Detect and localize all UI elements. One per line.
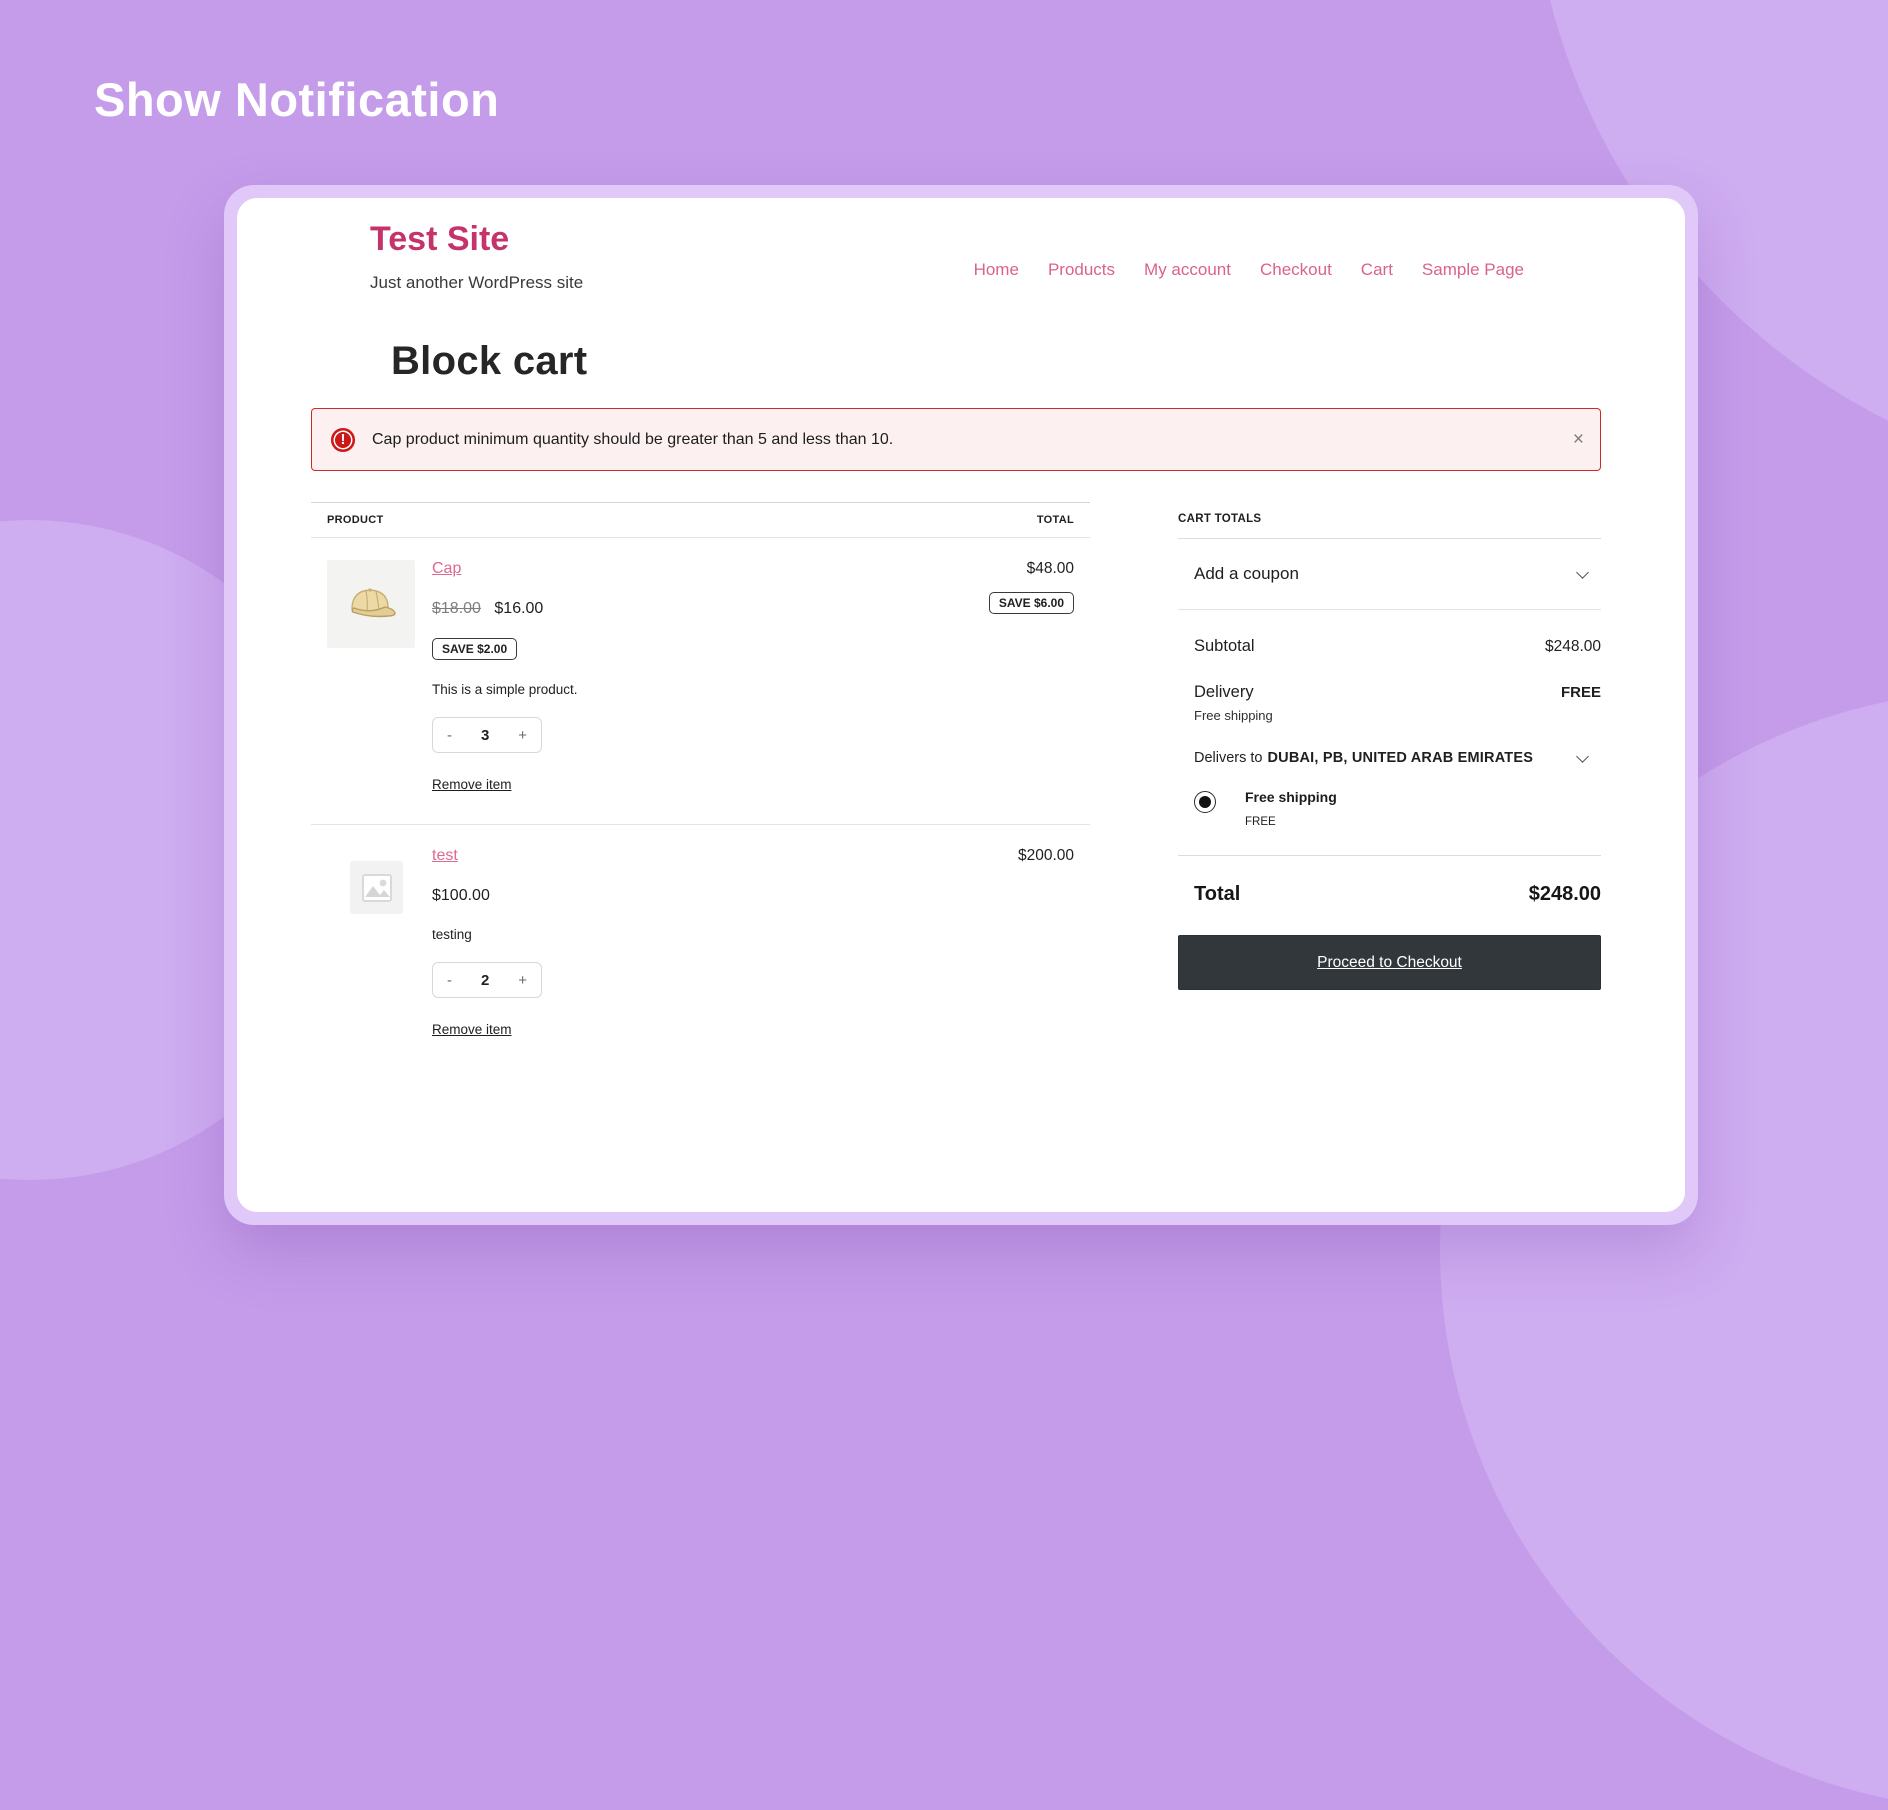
error-icon: ! <box>331 428 355 452</box>
close-icon[interactable]: × <box>1573 429 1584 451</box>
delivery-label: Delivery <box>1194 683 1254 702</box>
shipping-option-label: Free shipping <box>1245 789 1337 805</box>
increase-quantity-button[interactable]: + <box>518 727 527 744</box>
nav-link-products[interactable]: Products <box>1048 260 1115 280</box>
table-header-row: PRODUCT TOTAL <box>311 502 1090 538</box>
proceed-to-checkout-button[interactable]: Proceed to Checkout <box>1178 935 1601 990</box>
item-total: $200.00 <box>1018 847 1074 865</box>
shipping-method-note: Free shipping <box>1194 708 1601 723</box>
nav-link-cart[interactable]: Cart <box>1361 260 1393 280</box>
total-save-badge: SAVE $6.00 <box>989 592 1074 614</box>
item-details: test $100.00 testing - 2 + Remove item <box>432 847 1018 1039</box>
sale-price: $16.00 <box>494 600 543 617</box>
subtotal-value: $248.00 <box>1545 638 1601 656</box>
delivers-to-prefix: Delivers to <box>1194 750 1263 766</box>
remove-item-link[interactable]: Remove item <box>432 1022 512 1037</box>
site-card-inner: Test Site Just another WordPress site Ho… <box>237 198 1685 1212</box>
quantity-stepper: - 3 + <box>432 717 542 753</box>
shipping-option-text: Free shipping FREE <box>1245 789 1337 828</box>
decrease-quantity-button[interactable]: - <box>447 972 452 989</box>
item-details: Cap $18.00 $16.00 SAVE $2.00 This is a s… <box>432 560 989 794</box>
nav-link-my-account[interactable]: My account <box>1144 260 1231 280</box>
cart-layout: PRODUCT TOTAL <box>311 502 1601 1069</box>
radio-dot <box>1199 796 1211 808</box>
product-description: This is a simple product. <box>432 682 989 697</box>
subtotal-label: Subtotal <box>1194 637 1255 656</box>
item-price: $100.00 <box>432 887 490 904</box>
chevron-down-icon <box>1576 750 1589 763</box>
product-column-header: PRODUCT <box>327 514 384 526</box>
increase-quantity-button[interactable]: + <box>518 972 527 989</box>
cart-items-table: PRODUCT TOTAL <box>311 502 1090 1069</box>
price-line: $18.00 $16.00 <box>432 600 989 618</box>
subtotal-row: Subtotal $248.00 <box>1178 637 1601 656</box>
radio-selected-icon[interactable] <box>1194 791 1216 813</box>
total-value: $248.00 <box>1529 883 1601 906</box>
item-total-cell: $48.00 SAVE $6.00 <box>989 560 1074 794</box>
item-total: $48.00 <box>989 560 1074 578</box>
quantity-stepper: - 2 + <box>432 962 542 998</box>
save-badge: SAVE $2.00 <box>432 638 517 660</box>
chevron-down-icon <box>1576 566 1589 579</box>
delivers-to-location: DUBAI, PB, UNITED ARAB EMIRATES <box>1268 750 1534 766</box>
site-tagline: Just another WordPress site <box>370 273 583 293</box>
site-header: Test Site Just another WordPress site Ho… <box>311 220 1601 293</box>
total-row: Total $248.00 <box>1178 883 1601 906</box>
thumbnail-cell <box>327 560 415 794</box>
cap-image-icon <box>338 571 404 637</box>
remove-item-link[interactable]: Remove item <box>432 777 512 792</box>
hero-title: Show Notification <box>94 72 499 127</box>
cart-totals-heading: CART TOTALS <box>1178 502 1601 539</box>
add-coupon-label: Add a coupon <box>1194 564 1299 584</box>
delivery-value: FREE <box>1561 684 1601 701</box>
quantity-value[interactable]: 2 <box>481 972 489 989</box>
item-total-cell: $200.00 <box>1018 847 1074 1039</box>
quantity-value[interactable]: 3 <box>481 727 489 744</box>
nav-link-checkout[interactable]: Checkout <box>1260 260 1332 280</box>
decrease-quantity-button[interactable]: - <box>447 727 452 744</box>
site-branding: Test Site Just another WordPress site <box>370 220 583 293</box>
cart-totals-panel: CART TOTALS Add a coupon Subtotal $248.0… <box>1178 502 1601 1069</box>
shipping-option-price: FREE <box>1245 816 1337 828</box>
total-column-header: TOTAL <box>1037 514 1074 526</box>
delivers-to-toggle[interactable]: Delivers to DUBAI, PB, UNITED ARAB EMIRA… <box>1178 750 1601 766</box>
test-product-image-placeholder[interactable] <box>350 861 403 914</box>
price-line: $100.00 <box>432 887 1018 905</box>
cap-product-image[interactable] <box>327 560 415 648</box>
product-link-cap[interactable]: Cap <box>432 560 461 577</box>
nav-link-home[interactable]: Home <box>974 260 1019 280</box>
total-label: Total <box>1194 883 1240 906</box>
table-row-test: test $100.00 testing - 2 + Remove item <box>311 824 1090 1069</box>
divider <box>1178 855 1601 856</box>
delivery-row: Delivery FREE <box>1178 683 1601 702</box>
site-title[interactable]: Test Site <box>370 220 583 259</box>
product-description: testing <box>432 927 1018 942</box>
product-link-test[interactable]: test <box>432 847 458 864</box>
site-nav: Home Products My account Checkout Cart S… <box>974 260 1524 280</box>
table-row-cap: Cap $18.00 $16.00 SAVE $2.00 This is a s… <box>311 538 1090 824</box>
page-title: Block cart <box>391 339 1601 384</box>
error-notice: ! Cap product minimum quantity should be… <box>311 408 1601 471</box>
site-card: Test Site Just another WordPress site Ho… <box>224 185 1698 1225</box>
notice-message: Cap product minimum quantity should be g… <box>372 431 893 449</box>
add-coupon-toggle[interactable]: Add a coupon <box>1178 539 1601 610</box>
thumbnail-cell <box>327 847 415 1039</box>
shipping-option-free-shipping[interactable]: Free shipping FREE <box>1178 789 1601 828</box>
image-placeholder-icon <box>358 869 396 907</box>
nav-link-sample-page[interactable]: Sample Page <box>1422 260 1524 280</box>
regular-price: $18.00 <box>432 600 481 617</box>
